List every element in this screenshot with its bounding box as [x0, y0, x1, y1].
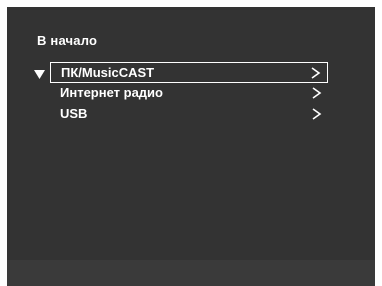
chevron-right-icon	[312, 87, 322, 99]
menu-item-pc-musiccast[interactable]: ПК/MusicCAST	[50, 62, 328, 83]
menu-item-label: USB	[60, 106, 88, 121]
triangle-down-icon	[34, 70, 45, 79]
chevron-right-icon	[311, 67, 321, 79]
menu-item-label: Интернет радио	[60, 85, 163, 100]
menu-item-label: ПК/MusicCAST	[61, 65, 155, 80]
menu-item-usb[interactable]: USB	[50, 104, 328, 125]
bottom-band	[7, 260, 375, 286]
menu-screen: В начало ПК/MusicCAST Интернет радио USB	[7, 7, 375, 286]
chevron-right-icon	[312, 108, 322, 120]
menu-list: ПК/MusicCAST Интернет радио USB	[50, 62, 328, 125]
menu-item-internet-radio[interactable]: Интернет радио	[50, 83, 328, 104]
screen-title: В начало	[37, 33, 98, 48]
